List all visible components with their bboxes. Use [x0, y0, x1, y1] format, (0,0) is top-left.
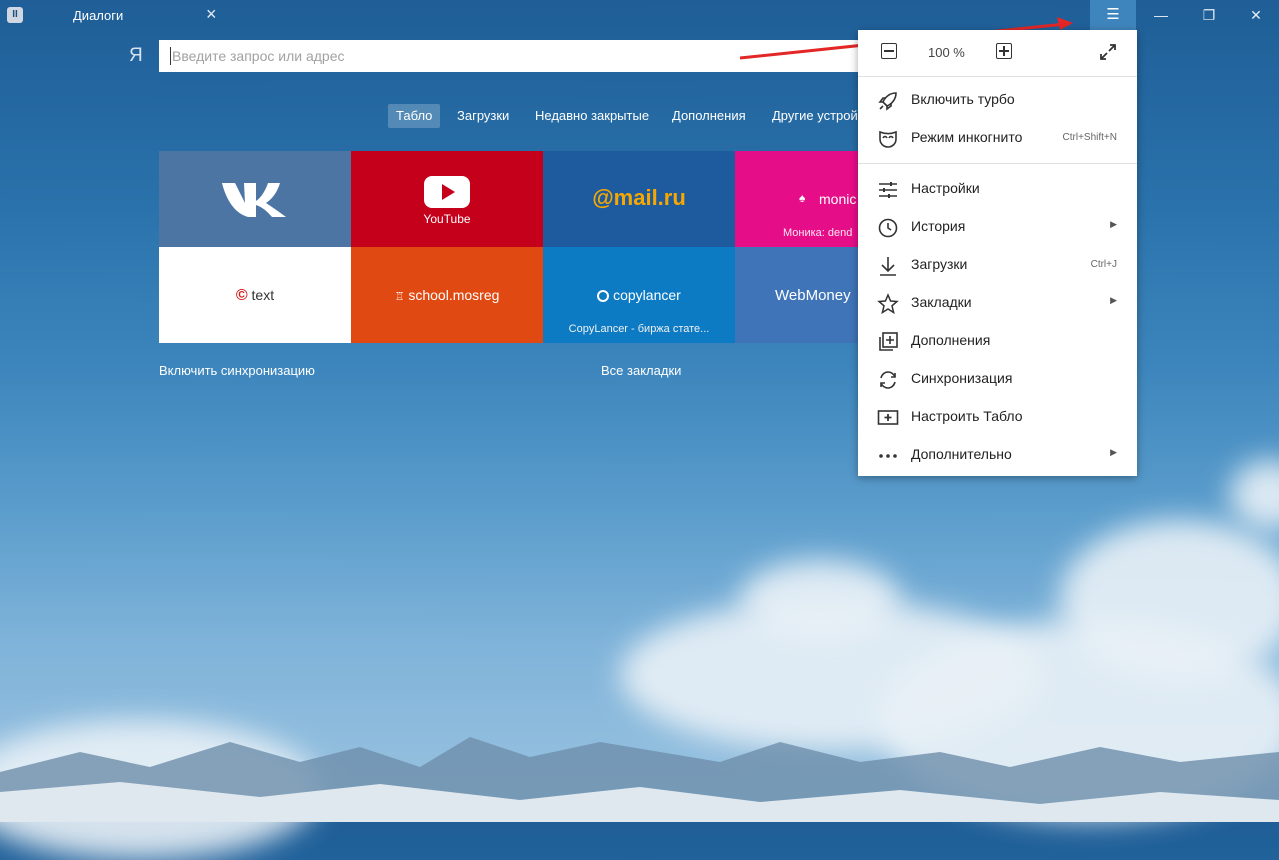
close-icon[interactable]: ×: [206, 4, 217, 24]
tile-monica-label: monic: [819, 191, 857, 207]
extensions-icon: [879, 332, 898, 351]
tab-other-devices[interactable]: Другие устрой: [772, 104, 858, 128]
rocket-icon: [878, 92, 897, 111]
youtube-play-icon: [424, 176, 470, 208]
pause-icon[interactable]: II: [7, 7, 23, 23]
tile-school-label: school.mosreg: [408, 287, 500, 303]
monica-icon: ♠: [799, 191, 806, 205]
tab-tablo[interactable]: Табло: [388, 104, 441, 128]
menu-item-history[interactable]: История ▶: [858, 208, 1137, 246]
chevron-right-icon: ▶: [1110, 447, 1117, 457]
all-bookmarks-link[interactable]: Все закладки: [601, 363, 681, 378]
tile-mailru-label: @mail.ru: [592, 185, 686, 210]
main-menu: 100 % Включить турбо Режим инкогнито Ctr…: [858, 30, 1137, 476]
tile-mailru[interactable]: @mail.ru: [543, 151, 735, 247]
menu-separator: [858, 163, 1137, 164]
zoom-in-button[interactable]: [996, 43, 1012, 59]
downloads-shortcut: Ctrl+J: [1090, 259, 1117, 270]
mountains-image: [0, 737, 1279, 822]
menu-item-settings[interactable]: Настройки: [858, 170, 1137, 208]
tile-webmoney-label: WebMoney: [775, 287, 851, 304]
menu-item-sync[interactable]: Синхронизация: [858, 360, 1137, 398]
menu-button[interactable]: ☰: [1090, 0, 1136, 30]
menu-item-history-label: История: [911, 218, 966, 234]
tile-webmoney[interactable]: WebMoney: [735, 247, 858, 343]
tab-extensions[interactable]: Дополнения: [672, 104, 746, 128]
close-window-button[interactable]: ✕: [1233, 0, 1279, 30]
incognito-shortcut: Ctrl+Shift+N: [1062, 132, 1117, 143]
menu-item-bookmarks[interactable]: Закладки ▶: [858, 284, 1137, 322]
menu-item-customize-tablo[interactable]: Настроить Табло: [858, 398, 1137, 436]
tile-text[interactable]: © text: [159, 247, 351, 343]
hamburger-icon: ☰: [1106, 6, 1120, 23]
copyright-icon: ©: [235, 287, 248, 304]
menu-item-incognito[interactable]: Режим инкогнито Ctrl+Shift+N: [858, 119, 1137, 157]
fullscreen-icon[interactable]: [1099, 43, 1117, 61]
tile-youtube-label: YouTube: [423, 212, 471, 226]
copylancer-logo-icon: [597, 290, 610, 302]
school-logo-icon: ♖: [394, 291, 405, 303]
menu-item-extensions-label: Дополнения: [911, 332, 991, 348]
menu-item-turbo[interactable]: Включить турбо: [858, 81, 1137, 119]
menu-item-extensions[interactable]: Дополнения: [858, 322, 1137, 360]
menu-item-more[interactable]: Дополнительно ▶: [858, 436, 1137, 474]
text-caret: [170, 47, 171, 65]
tile-text-label: text: [251, 287, 275, 303]
chevron-right-icon: ▶: [1110, 219, 1117, 229]
tab-title[interactable]: Диалоги: [73, 8, 123, 23]
zoom-out-button[interactable]: [881, 43, 897, 59]
add-tile-icon: [877, 410, 899, 425]
tab-downloads[interactable]: Загрузки: [457, 104, 509, 128]
zoom-level: 100 %: [928, 45, 965, 60]
menu-item-bookmarks-label: Закладки: [911, 294, 972, 310]
menu-item-turbo-label: Включить турбо: [911, 91, 1015, 107]
mask-icon: [879, 130, 897, 148]
zoom-row: 100 %: [858, 30, 1137, 77]
download-icon: [880, 257, 896, 276]
vk-logo-icon: [222, 183, 286, 217]
tile-copylancer-label: copylancer: [613, 287, 681, 303]
star-icon: [877, 293, 899, 315]
menu-item-sync-label: Синхронизация: [911, 370, 1013, 386]
tab-recently-closed[interactable]: Недавно закрытые: [535, 104, 649, 128]
tile-school-mosreg[interactable]: ♖ school.mosreg: [351, 247, 543, 343]
menu-item-settings-label: Настройки: [911, 180, 980, 196]
enable-sync-link[interactable]: Включить синхронизацию: [159, 363, 315, 378]
sliders-icon: [879, 182, 897, 198]
tile-monica-caption: Моника: dend: [783, 227, 853, 239]
title-bar: II Диалоги × ☰ — ❐ ✕: [0, 0, 1279, 30]
tile-youtube[interactable]: YouTube: [351, 151, 543, 247]
menu-item-customize-tablo-label: Настроить Табло: [911, 408, 1023, 424]
tile-monica[interactable]: ♠ monic Моника: dend: [735, 151, 858, 247]
tile-copylancer-caption: CopyLancer - биржа стате...: [568, 323, 710, 335]
menu-item-more-label: Дополнительно: [911, 446, 1012, 462]
menu-item-downloads[interactable]: Загрузки Ctrl+J: [858, 246, 1137, 284]
tile-vk[interactable]: [159, 151, 351, 247]
restore-button[interactable]: ❐: [1186, 0, 1232, 30]
menu-item-downloads-label: Загрузки: [911, 256, 968, 272]
clock-icon: [878, 218, 898, 238]
sync-icon: [880, 371, 896, 389]
more-icon: [879, 454, 897, 458]
minimize-button[interactable]: —: [1138, 0, 1184, 30]
menu-item-incognito-label: Режим инкогнито: [911, 129, 1023, 145]
chevron-right-icon: ▶: [1110, 295, 1117, 305]
tile-copylancer[interactable]: copylancer CopyLancer - биржа стате...: [543, 247, 735, 343]
yandex-logo: Я: [129, 45, 143, 66]
